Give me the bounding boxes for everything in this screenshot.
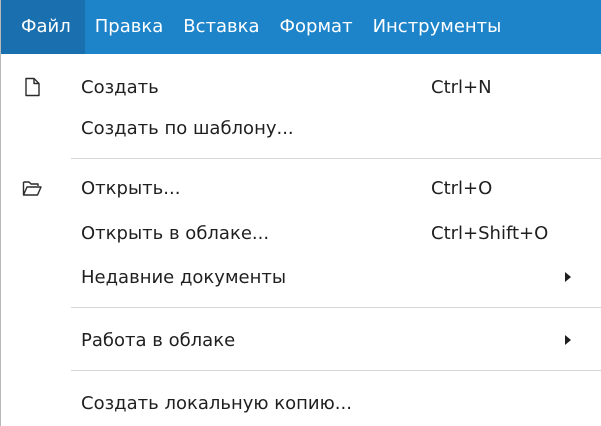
menu-item-label: Создать по шаблону... [81,117,294,139]
file-dropdown-menu: Создать Ctrl+N Создать по шаблону... Отк… [0,54,601,426]
menu-bar: Файл Правка Вставка Формат Инструменты [0,0,601,54]
menu-item-new[interactable]: Создать Ctrl+N [1,68,601,106]
submenu-arrow-icon [565,335,571,345]
menu-tools[interactable]: Инструменты [363,0,512,54]
menu-item-cloud-work[interactable]: Работа в облаке [1,321,601,359]
menu-insert[interactable]: Вставка [173,0,269,54]
menu-item-open-in-cloud[interactable]: Открыть в облаке... Ctrl+Shift+O [1,214,601,252]
open-folder-icon [22,181,42,196]
new-document-icon [25,77,40,97]
menu-edit[interactable]: Правка [85,0,174,54]
menu-item-label: Открыть... [81,177,181,199]
menu-item-label: Работа в облаке [81,329,236,351]
submenu-arrow-icon [565,272,571,282]
menu-item-shortcut: Ctrl+O [431,177,493,199]
menu-item-shortcut: Ctrl+Shift+O [431,222,549,244]
menu-separator [71,158,601,159]
menu-item-open[interactable]: Открыть... Ctrl+O [1,169,601,207]
menu-format[interactable]: Формат [270,0,363,54]
menu-item-create-local-copy[interactable]: Создать локальную копию... [1,384,601,422]
menu-separator [71,370,601,371]
menu-separator [71,307,601,308]
menu-item-new-from-template[interactable]: Создать по шаблону... [1,109,601,147]
menu-item-label: Недавние документы [81,266,287,288]
menu-item-recent-documents[interactable]: Недавние документы [1,258,601,296]
menu-item-label: Создать локальную копию... [81,392,352,414]
menu-file[interactable]: Файл [1,0,85,54]
menu-item-label: Открыть в облаке... [81,222,270,244]
menu-item-shortcut: Ctrl+N [431,76,492,98]
menu-item-label: Создать [81,76,159,98]
